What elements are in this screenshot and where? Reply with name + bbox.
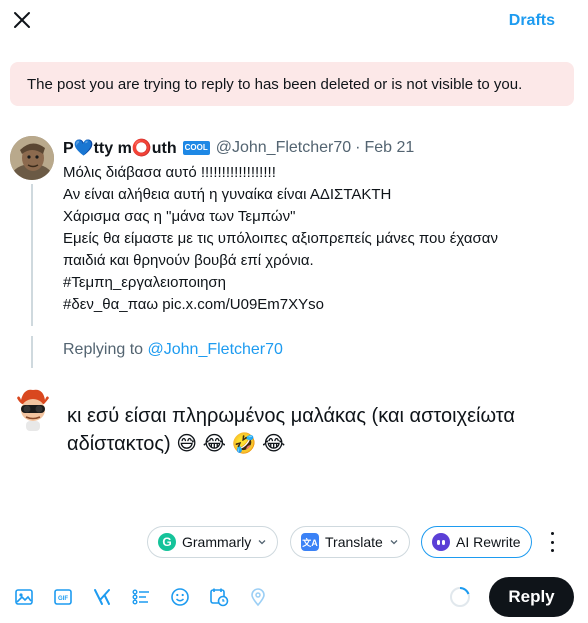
grok-button[interactable] <box>90 585 114 609</box>
thread-line <box>31 184 33 326</box>
translate-icon: 文A <box>301 533 319 551</box>
chevron-down-icon <box>390 540 398 545</box>
post-line: Χάρισμα σας η "μάνα των Τεμπών" <box>63 208 296 225</box>
grok-icon <box>94 589 110 605</box>
author-handle[interactable]: @John_Fletcher70 <box>216 139 351 157</box>
ai-rewrite-label: AI Rewrite <box>456 534 521 550</box>
more-options-button[interactable] <box>545 532 559 552</box>
schedule-icon <box>210 588 229 607</box>
dot-icon <box>550 532 554 535</box>
gif-icon: GIF <box>54 589 72 605</box>
add-media-button[interactable] <box>12 585 36 609</box>
author-avatar-image <box>10 136 54 180</box>
replying-to: Replying to @John_Fletcher70 <box>63 341 283 359</box>
close-icon <box>14 12 30 28</box>
post-line: Εμείς θα είμαστε με τις υπόλοιπες αξιοπρ… <box>63 230 498 247</box>
deleted-post-notice: The post you are trying to reply to has … <box>10 62 574 106</box>
grammarly-label: Grammarly <box>182 534 252 550</box>
add-emoji-button[interactable] <box>168 585 192 609</box>
tag-location-button[interactable] <box>246 585 270 609</box>
translate-button[interactable]: 文A Translate <box>290 526 410 558</box>
compose-toolbar: GIF <box>12 585 285 609</box>
post-line: Μόλις διάβασα αυτό !!!!!!!!!!!!!!!!!! <box>63 164 276 181</box>
post-date[interactable]: Feb 21 <box>365 139 415 157</box>
add-gif-button[interactable]: GIF <box>51 585 75 609</box>
post-line: Αν είναι αλήθεια αυτή η γυναίκα είναι ΑΔ… <box>63 186 392 203</box>
add-poll-button[interactable] <box>129 585 153 609</box>
ai-rewrite-button[interactable]: AI Rewrite <box>421 526 532 558</box>
user-avatar-image <box>17 389 49 431</box>
compose-text[interactable]: κι εσύ είσαι πληρωμένος μαλάκας (και αστ… <box>67 402 567 458</box>
ai-rewrite-icon <box>432 533 450 551</box>
translate-label: Translate <box>325 534 383 550</box>
post-header: P💙tty m⭕uth COOL @John_Fletcher70 · Feb … <box>63 138 414 158</box>
drafts-link[interactable]: Drafts <box>509 12 555 30</box>
reply-button[interactable]: Reply <box>489 577 574 617</box>
svg-text:GIF: GIF <box>58 596 68 602</box>
image-icon <box>15 589 33 605</box>
grammarly-icon: G <box>158 533 176 551</box>
author-avatar[interactable] <box>10 136 54 180</box>
dot-icon <box>550 549 554 552</box>
post-line: #Τεμπη_εργαλειοποιηση <box>63 274 227 291</box>
notice-text: The post you are trying to reply to has … <box>27 75 523 93</box>
post-line: #δεν_θα_παω pic.x.com/U09Em7XYso <box>63 296 324 313</box>
dot-icon <box>550 540 554 544</box>
author-name[interactable]: P💙tty m⭕uth <box>63 138 177 158</box>
grammarly-button[interactable]: G Grammarly <box>147 526 279 558</box>
chevron-down-icon <box>258 540 266 545</box>
thread-line <box>31 336 33 368</box>
location-icon <box>251 588 265 607</box>
emoji-icon <box>171 588 189 606</box>
user-avatar[interactable] <box>16 388 50 432</box>
poll-icon <box>132 589 149 605</box>
replying-to-handle[interactable]: @John_Fletcher70 <box>148 341 283 358</box>
cool-badge-icon: COOL <box>182 141 210 155</box>
post-text: Μόλις διάβασα αυτό !!!!!!!!!!!!!!!!!! Αν… <box>63 162 568 316</box>
post-line: παιδιά και θρηνούν βουβά επί χρόνια. <box>63 252 314 269</box>
separator-dot: · <box>355 139 361 156</box>
replying-to-label: Replying to <box>63 341 144 358</box>
character-progress-ring <box>450 586 470 607</box>
close-button[interactable] <box>8 6 36 34</box>
schedule-button[interactable] <box>207 585 231 609</box>
